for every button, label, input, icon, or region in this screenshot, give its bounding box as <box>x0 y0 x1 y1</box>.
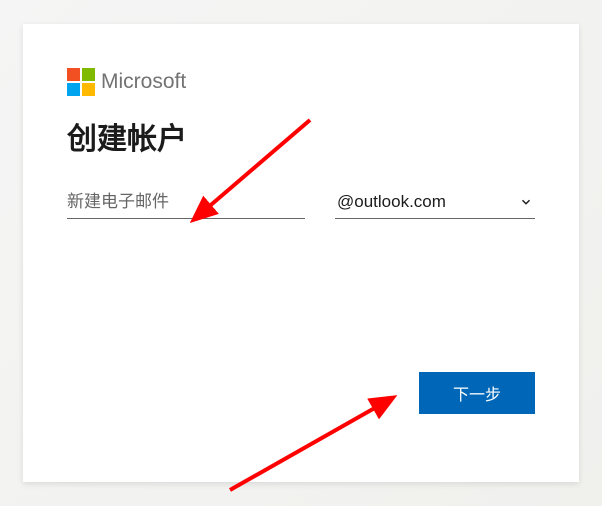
email-input[interactable] <box>67 186 305 219</box>
microsoft-logo-icon <box>67 68 95 96</box>
next-button[interactable]: 下一步 <box>419 372 535 414</box>
domain-selected-text: @outlook.com <box>337 192 446 212</box>
chevron-down-icon <box>519 195 533 209</box>
page-title: 创建帐户 <box>67 114 535 158</box>
brand-name: Microsoft <box>101 70 186 94</box>
domain-select[interactable]: @outlook.com <box>335 186 535 219</box>
brand-row: Microsoft <box>67 68 535 96</box>
email-row: @outlook.com <box>67 186 535 219</box>
signup-card: Microsoft 创建帐户 @outlook.com 下一步 <box>23 24 579 482</box>
